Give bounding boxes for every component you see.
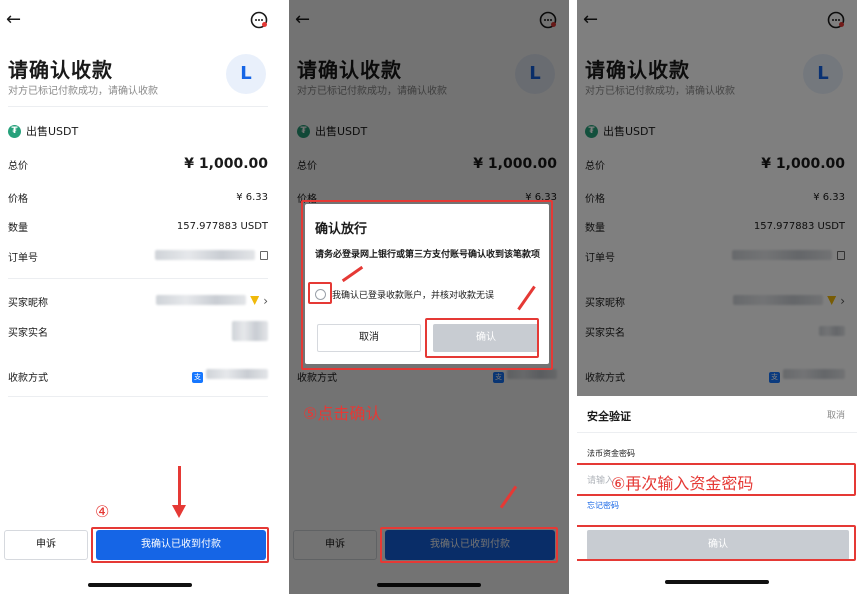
row-order-number: 订单号 — [8, 247, 268, 265]
home-indicator — [665, 580, 769, 584]
step-6-label: ⑥再次输入资金密码 — [611, 474, 754, 493]
forgot-password-link[interactable]: 忘记密码 — [587, 500, 619, 511]
appeal-button[interactable]: 申诉 — [4, 530, 88, 560]
message-icon[interactable] — [250, 11, 268, 29]
dim-overlay — [577, 0, 857, 396]
highlight-box — [91, 527, 269, 563]
row-total: 总价¥ 1,000.00 — [8, 156, 268, 172]
row-price: 价格¥ 6.33 — [8, 191, 268, 205]
page-subtitle: 对方已标记付款成功，请确认收款 — [8, 86, 158, 97]
panel-release-dialog: ← 请确认收款 对方已标记付款成功，请确认收款 L ₮出售USDT 总价¥ 1,… — [289, 0, 569, 594]
tether-icon: ₮ — [8, 124, 21, 138]
highlight-box — [380, 527, 558, 563]
divider — [8, 278, 268, 279]
copy-icon[interactable] — [260, 250, 268, 260]
step-4-label: ④ — [95, 502, 110, 521]
confirm-highlight-box — [577, 525, 856, 561]
chevron-right-icon: › — [263, 294, 268, 308]
step-5-label: ⑤点击确认 — [303, 404, 382, 423]
page-title: 请确认收款 — [8, 58, 113, 82]
row-buyer-nickname[interactable]: 买家昵称› — [8, 292, 268, 310]
home-indicator — [88, 583, 192, 587]
arrow-icon — [178, 466, 181, 506]
row-quantity: 数量157.977883 USDT — [8, 220, 268, 234]
panel-security-verify: ← 请确认收款 对方已标记付款成功，请确认收款 L ₮出售USDT 总价¥ 1,… — [577, 0, 857, 594]
alipay-icon: 支 — [192, 372, 203, 383]
avatar: L — [226, 54, 266, 94]
arrow-head-icon — [172, 505, 186, 518]
ok-highlight-box — [425, 318, 539, 358]
divider — [8, 106, 268, 107]
checkbox-highlight-box — [308, 282, 332, 304]
top-bar: ← — [0, 8, 280, 32]
row-buyer-realname: 买家实名 — [8, 321, 268, 341]
panel-confirm-receipt: ← 请确认收款 对方已标记付款成功，请确认收款 L ₮ 出售USDT 总价 ¥ 1,… — [0, 0, 280, 594]
back-arrow-icon[interactable]: ← — [6, 8, 21, 32]
sell-usdt-label: ₮出售USDT — [8, 123, 78, 139]
divider — [8, 396, 268, 397]
sheet-title: 安全验证 — [587, 410, 631, 423]
sheet-cancel-button[interactable]: 取消 — [827, 408, 845, 421]
row-payment-method: 收款方式支 — [8, 367, 268, 385]
divider — [577, 432, 857, 433]
password-label: 法币资金密码 — [587, 449, 635, 458]
